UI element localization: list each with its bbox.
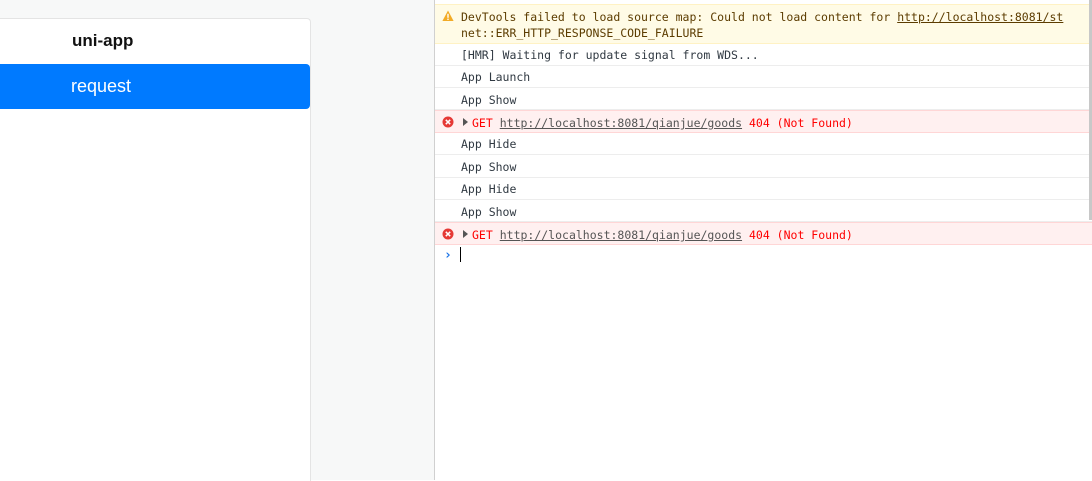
request-method: GET	[472, 116, 493, 130]
console-log-message: App Hide	[435, 178, 1092, 200]
request-button-label: request	[71, 76, 132, 96]
expand-triangle-icon[interactable]	[463, 118, 468, 126]
console-warning: DevTools failed to load source map: Coul…	[435, 4, 1092, 44]
response-status: 404 (Not Found)	[748, 228, 853, 242]
console-log-message: [HMR] Waiting for update signal from WDS…	[435, 44, 1092, 66]
devtools-console: DevTools failed to load source map: Coul…	[435, 0, 1092, 480]
warning-icon	[442, 10, 454, 21]
error-icon	[442, 228, 454, 240]
console-prompt-icon: ›	[444, 248, 452, 263]
response-status: 404 (Not Found)	[748, 116, 853, 130]
console-input[interactable]	[460, 247, 461, 262]
warning-text-line2: net::ERR_HTTP_RESPONSE_CODE_FAILURE	[461, 26, 704, 40]
console-log-message: App Show	[435, 88, 1092, 110]
simulator-area: uni-app request	[0, 0, 435, 481]
console-error-message[interactable]: GET http://localhost:8081/qianjue/goods …	[435, 110, 1092, 133]
expand-triangle-icon[interactable]	[463, 230, 468, 238]
console-log-message: App Launch	[435, 66, 1092, 88]
request-method: GET	[472, 228, 493, 242]
warning-url-link[interactable]: http://localhost:8081/st	[897, 10, 1063, 24]
request-button[interactable]: request	[0, 64, 310, 109]
app-title: uni-app	[72, 31, 134, 50]
console-log-message: App Show	[435, 155, 1092, 178]
warning-text: DevTools failed to load source map: Coul…	[461, 10, 898, 24]
error-icon	[442, 116, 454, 128]
simulator-panel: uni-app request	[0, 18, 311, 481]
console-log-message: App Show	[435, 200, 1092, 222]
request-url-link[interactable]: http://localhost:8081/qianjue/goods	[500, 228, 742, 242]
console-error-message[interactable]: GET http://localhost:8081/qianjue/goods …	[435, 222, 1092, 245]
request-url-link[interactable]: http://localhost:8081/qianjue/goods	[500, 116, 742, 130]
console-log-message: App Hide	[435, 133, 1092, 155]
